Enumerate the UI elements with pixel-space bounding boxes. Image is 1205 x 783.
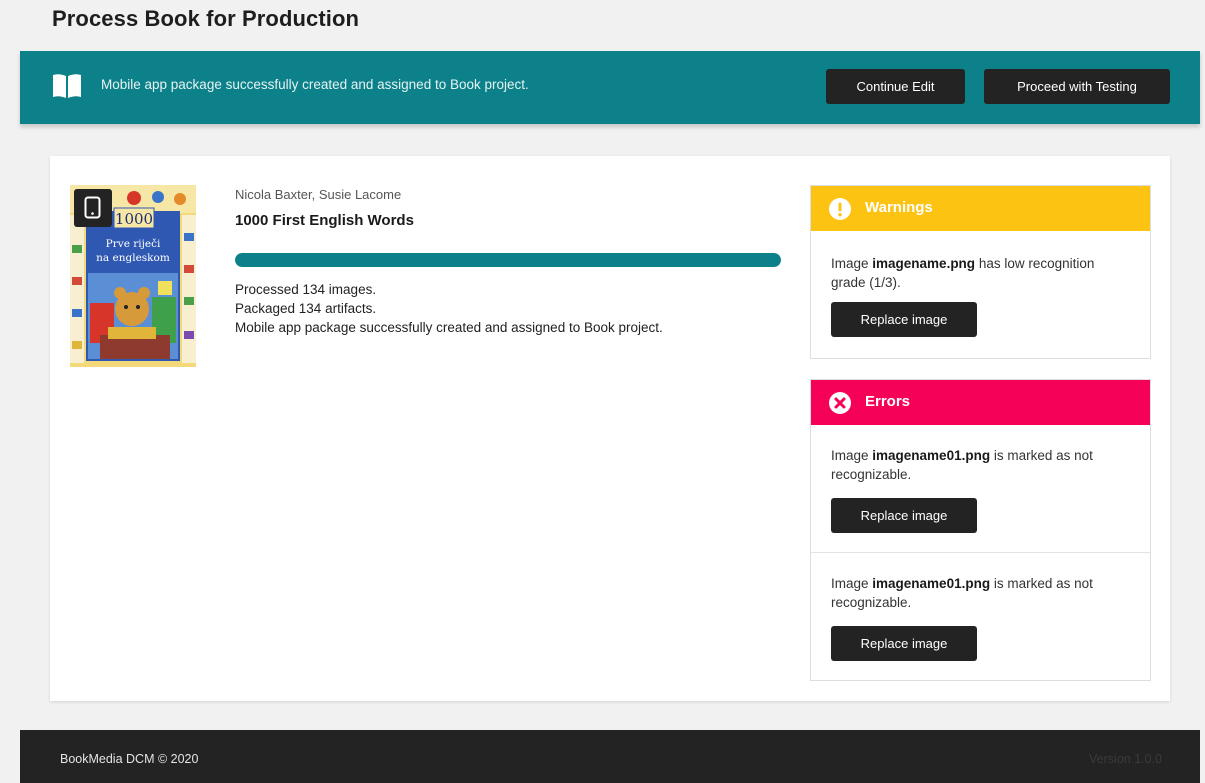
process-log: Processed 134 images. Packaged 134 artif… <box>235 280 663 337</box>
book-authors: Nicola Baxter, Susie Lacome <box>235 187 402 202</box>
footer: BookMedia DCM © 2020 Version 1.0.0 <box>20 730 1200 783</box>
log-line: Processed 134 images. <box>235 282 377 297</box>
footer-version: Version 1.0.0 <box>1089 752 1162 766</box>
log-line: Packaged 134 artifacts. <box>235 301 377 316</box>
footer-copyright: BookMedia DCM © 2020 <box>60 752 199 766</box>
error-item: Image imagename01.png is marked as not r… <box>811 553 1150 661</box>
continue-edit-button[interactable]: Continue Edit <box>826 69 965 104</box>
proceed-with-testing-button[interactable]: Proceed with Testing <box>984 69 1170 104</box>
book-cover[interactable]: 1000 Prve riječi na engleskom <box>70 185 196 367</box>
warning-message: Image imagename.png has low recognition … <box>831 256 1095 290</box>
error-filename: imagename01.png <box>872 576 991 591</box>
warnings-panel: Warnings Image imagename.png has low rec… <box>810 185 1151 359</box>
cover-number: 1000 <box>115 210 153 228</box>
error-message: Image imagename01.png is marked as not r… <box>831 448 1093 482</box>
warnings-title: Warnings <box>865 199 933 216</box>
page-title: Process Book for Production <box>52 6 360 31</box>
mobile-badge <box>74 189 112 227</box>
errors-panel: Errors Image imagename01.png is marked a… <box>810 379 1151 681</box>
error-filename: imagename01.png <box>872 448 991 463</box>
open-book-icon <box>53 74 81 98</box>
replace-image-button[interactable]: Replace image <box>831 498 977 533</box>
mobile-phone-icon <box>84 196 101 219</box>
log-line: Mobile app package successfully created … <box>235 320 663 335</box>
error-message: Image imagename01.png is marked as not r… <box>831 576 1093 610</box>
warning-item: Image imagename.png has low recognition … <box>811 231 1150 337</box>
book-process-card: 1000 Prve riječi na engleskom Nicola Bax… <box>50 156 1170 701</box>
errors-title: Errors <box>865 393 911 410</box>
progress-fill <box>235 253 781 267</box>
warnings-header: Warnings <box>811 186 1150 231</box>
x-circle-icon <box>829 392 851 414</box>
error-item: Image imagename01.png is marked as not r… <box>811 425 1150 552</box>
exclamation-circle-icon <box>829 198 851 220</box>
success-banner: Mobile app package successfully created … <box>20 51 1200 124</box>
processing-progress-bar <box>235 253 781 267</box>
replace-image-button[interactable]: Replace image <box>831 626 977 661</box>
errors-header: Errors <box>811 380 1150 425</box>
replace-image-button[interactable]: Replace image <box>831 302 977 337</box>
banner-message: Mobile app package successfully created … <box>101 77 529 92</box>
cover-line-2: na engleskom <box>96 252 170 264</box>
book-title: 1000 First English Words <box>235 212 414 229</box>
cover-line-1: Prve riječi <box>106 237 161 250</box>
warning-filename: imagename.png <box>872 256 976 271</box>
